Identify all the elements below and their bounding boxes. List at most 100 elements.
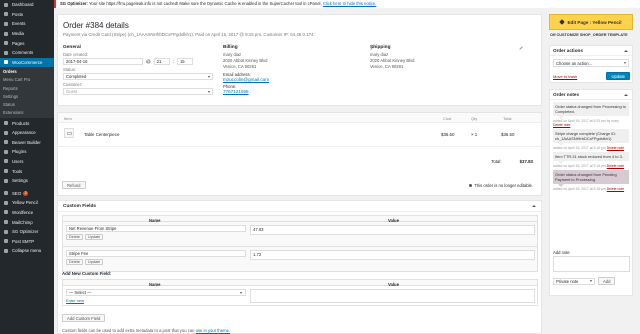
appearance-icon xyxy=(3,130,8,135)
sidebar-item-users[interactable]: Users xyxy=(0,157,54,167)
sidebar-item-label: Appearance xyxy=(12,130,36,136)
sidebar-item-events[interactable]: Events xyxy=(0,19,54,29)
submenu-item-reports[interactable]: Reports xyxy=(0,85,54,93)
update-order-button[interactable]: Update xyxy=(606,72,630,80)
general-column: General Date created: 2017-04-16 @ 21 : … xyxy=(63,45,213,95)
add-field-row: — Select — Enter new xyxy=(62,286,538,306)
sidebar-item-woocommerce[interactable]: WooCommerce xyxy=(0,57,54,68)
collapse-icon[interactable] xyxy=(624,50,628,52)
minute-input[interactable]: 15 xyxy=(176,58,193,65)
submenu-item-menu-cart-pro[interactable]: Menu Cart Pro xyxy=(0,76,54,84)
move-to-trash-link[interactable]: Move to trash xyxy=(553,74,577,79)
enter-new-link[interactable]: Enter new xyxy=(66,298,84,303)
users-icon xyxy=(3,159,8,164)
sidebar-item-tools[interactable]: Tools xyxy=(0,166,54,176)
sidebar-item-appearance[interactable]: Appearance xyxy=(0,128,54,138)
note-type-select[interactable]: Private note xyxy=(553,277,595,285)
woocommerce-icon xyxy=(3,60,8,65)
date-created-input[interactable]: 2017-04-16 xyxy=(63,58,143,65)
theme-docs-link[interactable]: use in your theme. xyxy=(196,328,230,333)
new-field-value-input[interactable] xyxy=(250,289,535,303)
sidebar-item-beaver-builder[interactable]: Beaver Builder xyxy=(0,137,54,147)
billing-phone-link[interactable]: 7767121058 xyxy=(223,89,249,94)
sidebar-item-label: Products xyxy=(12,120,30,126)
order-items-panel: Item Cost Qty Total Table Centerpiece $3… xyxy=(57,112,542,196)
posts-icon xyxy=(3,12,8,17)
sidebar-item-label: SEO xyxy=(12,190,22,196)
chevron-down-icon xyxy=(208,90,210,93)
custom-field-key-input[interactable]: Stripe Fee xyxy=(66,250,246,257)
yellow-pencil-button[interactable]: Edit Page : Yellow Pencil xyxy=(549,14,633,30)
order-note: Order status changed from Pending Paymen… xyxy=(550,170,632,191)
order-action-select[interactable]: Choose an action... xyxy=(553,59,629,67)
order-notes-box: Order notes Order status changed from Pr… xyxy=(549,89,633,296)
sidebar-item-plugins[interactable]: Plugins xyxy=(0,147,54,157)
sidebar-item-media[interactable]: Media xyxy=(0,29,54,39)
refund-button[interactable]: Refund xyxy=(62,181,86,189)
sidebar-item-mailchimp[interactable]: MailChimp xyxy=(0,217,54,227)
sidebar-item-wordfence[interactable]: Wordfence xyxy=(0,208,54,218)
billing-email-link[interactable]: mzuccolin@gmail.com xyxy=(223,77,269,82)
customize-template-link[interactable]: Off CUSTOMIZE SHOP_ORDER TEMPLATE xyxy=(550,33,628,37)
submenu-item-extensions[interactable]: Extensions xyxy=(0,109,54,117)
note-meta: added on April 16, 2017 at 9:16 pm Delet… xyxy=(553,164,625,168)
sidebar-item-collapse-menu[interactable]: Collapse menu xyxy=(0,246,54,256)
add-note-button[interactable]: Add xyxy=(598,277,616,285)
add-note-textarea[interactable] xyxy=(553,256,630,272)
post-smtp-icon xyxy=(3,239,8,244)
hide-notice-link[interactable]: Click here to hide this notice. xyxy=(323,1,377,6)
delete-note-link[interactable]: Delete note xyxy=(607,164,624,168)
custom-field-value-input[interactable]: 1.72 xyxy=(250,250,535,260)
submenu-item-status[interactable]: Status xyxy=(0,101,54,109)
chevron-down-icon xyxy=(240,292,242,294)
notification-badge: 2 xyxy=(23,190,29,196)
item-name: Table Centerpiece xyxy=(84,132,120,137)
item-total: $36.50 xyxy=(501,132,515,137)
sidebar-item-dashboard[interactable]: Dashboard xyxy=(0,0,54,10)
delete-field-button[interactable]: Delete xyxy=(66,234,83,240)
sidebar-item-post-smtp[interactable]: Post SMTP xyxy=(0,236,54,246)
sidebar-item-label: Settings xyxy=(12,178,28,184)
item-cost: $36.50 xyxy=(441,132,455,137)
custom-field-value-input[interactable]: 47.03 xyxy=(250,225,535,235)
customer-select[interactable]: Guest xyxy=(63,88,213,95)
delete-note-link[interactable]: Delete note xyxy=(607,146,624,150)
pages-icon xyxy=(3,41,8,46)
update-field-button[interactable]: Update xyxy=(84,259,104,265)
custom-field-key-input[interactable]: Net Revenue From Stripe xyxy=(66,225,246,232)
note-meta: added on April 16, 2017 at 9:16 pm Delet… xyxy=(553,187,625,191)
sidebar-item-seo[interactable]: SEO 2 xyxy=(0,188,54,198)
sidebar-item-settings[interactable]: Settings xyxy=(0,176,54,186)
add-custom-field-button[interactable]: Add Custom Field xyxy=(62,314,106,322)
sidebar-item-label: SG Optimizer xyxy=(12,229,39,235)
collapse-icon[interactable] xyxy=(532,205,536,207)
pencil-icon xyxy=(559,19,566,25)
sidebar-item-label: Media xyxy=(12,31,24,37)
sidebar-item-yellow-pencil[interactable]: Yellow Pencil xyxy=(0,198,54,208)
sg-optimizer-icon xyxy=(3,229,8,234)
general-heading: General xyxy=(63,45,81,50)
note-text: Stripe charge complete (Charge ID: ch_1A… xyxy=(553,129,629,146)
sidebar-item-label: Pages xyxy=(12,40,25,46)
collapse-icon[interactable] xyxy=(624,94,628,96)
shipping-column: Shipping mary diaz 2020 Abbot Kinney Blv… xyxy=(370,44,523,70)
sidebar-item-comments[interactable]: Comments xyxy=(0,48,54,58)
delete-note-link[interactable]: Delete note xyxy=(607,187,624,191)
sidebar-item-products[interactable]: Products xyxy=(0,118,54,128)
sidebar-item-label: Comments xyxy=(12,50,34,56)
admin-sidebar: Dashboard Posts Events Media Pages Comments Wo… xyxy=(0,0,54,334)
delete-field-button[interactable]: Delete xyxy=(66,259,83,265)
notes-list: Order status changed from Processing to … xyxy=(550,102,632,191)
field-key-select[interactable]: — Select — xyxy=(66,289,246,296)
submenu-item-settings[interactable]: Settings xyxy=(0,93,54,101)
sidebar-item-sg-optimizer[interactable]: SG Optimizer xyxy=(0,227,54,237)
delete-note-link[interactable]: Delete note xyxy=(553,123,570,127)
status-select[interactable]: Completed xyxy=(63,73,213,80)
collapse-menu-icon xyxy=(3,248,8,253)
update-field-button[interactable]: Update xyxy=(84,234,104,240)
submenu-item-orders[interactable]: Orders xyxy=(0,68,54,76)
yellow-pencil-icon xyxy=(3,200,8,205)
hour-input[interactable]: 21 xyxy=(153,58,170,65)
sidebar-item-pages[interactable]: Pages xyxy=(0,38,54,48)
sidebar-item-posts[interactable]: Posts xyxy=(0,10,54,20)
